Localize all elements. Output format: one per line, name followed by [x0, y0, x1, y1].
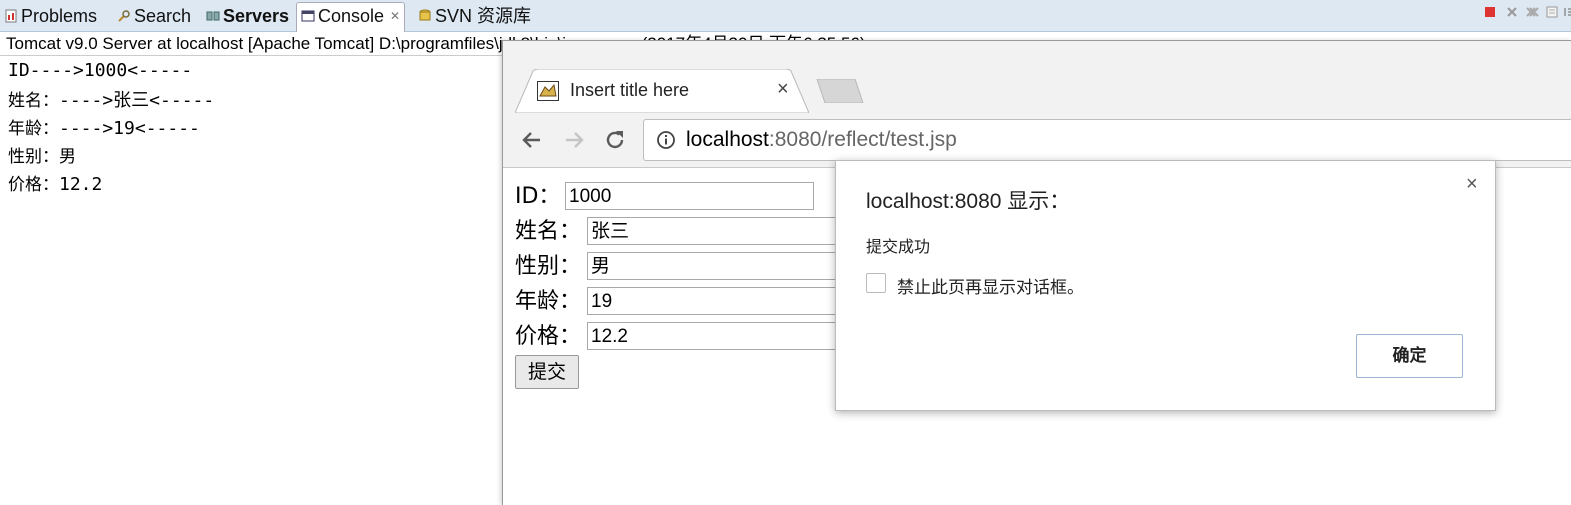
tomcat-favicon-icon — [537, 81, 559, 101]
servers-icon — [206, 11, 220, 21]
id-field[interactable]: 1000 — [565, 182, 814, 210]
suppress-dialogs-checkbox[interactable] — [866, 273, 886, 293]
age-field[interactable]: 19 — [587, 287, 847, 315]
close-icon[interactable]: × — [1466, 173, 1478, 196]
ide-view-tabbar: Problems Search Servers Console ✕ SVN 资源库 — [0, 0, 1571, 32]
close-icon[interactable]: ✕ — [390, 9, 400, 23]
tab-label: Search — [134, 6, 192, 26]
browser-chrome: Insert title here × localhost:8080/refle… — [503, 41, 1571, 168]
clear-console-icon[interactable] — [1545, 5, 1559, 19]
info-icon[interactable] — [656, 130, 676, 150]
reload-icon[interactable] — [602, 127, 628, 153]
age-label: 年龄： — [515, 289, 582, 314]
tab-svn-repository[interactable]: SVN 资源库 — [418, 3, 531, 29]
console-line: 年龄：---->19<----- — [8, 118, 200, 139]
search-icon — [118, 10, 130, 22]
console-line: ID---->1000<----- — [8, 60, 193, 81]
name-label: 姓名： — [515, 219, 582, 244]
console-line: 价格：12.2 — [8, 174, 103, 195]
tab-servers[interactable]: Servers — [206, 3, 289, 29]
url-text: localhost:8080/reflect/test.jsp — [686, 128, 957, 151]
address-bar[interactable]: localhost:8080/reflect/test.jsp — [643, 119, 1571, 161]
alert-dialog: localhost:8080 显示： × 提交成功 禁止此页再显示对话框。 确定 — [835, 160, 1496, 411]
dialog-title: localhost:8080 显示： — [866, 190, 1071, 213]
tab-problems[interactable]: Problems — [4, 3, 97, 29]
remove-launch-icon[interactable] — [1505, 5, 1519, 19]
console-icon — [301, 10, 315, 22]
browser-tab-title: Insert title here — [570, 80, 690, 100]
console-line: 性别：男 — [8, 147, 76, 167]
price-label: 价格： — [515, 324, 582, 349]
name-field[interactable]: 张三 — [587, 217, 847, 245]
tab-label: Servers — [223, 6, 290, 26]
terminate-icon[interactable] — [1483, 5, 1497, 19]
dialog-message: 提交成功 — [866, 237, 931, 256]
price-field[interactable]: 12.2 — [587, 322, 847, 350]
tab-label: Problems — [21, 6, 98, 26]
gender-field[interactable]: 男 — [587, 252, 847, 280]
new-tab-button[interactable] — [815, 79, 865, 103]
problems-icon — [5, 9, 17, 23]
tab-label: Console — [318, 6, 385, 26]
view-menu-icon[interactable] — [1563, 5, 1571, 19]
browser-tab[interactable]: Insert title here × — [515, 69, 809, 113]
svn-repository-icon — [419, 9, 431, 21]
tab-search[interactable]: Search — [117, 3, 191, 29]
ok-button[interactable]: 确定 — [1356, 334, 1463, 378]
close-icon[interactable]: × — [777, 78, 789, 101]
forward-arrow-icon[interactable] — [561, 127, 587, 153]
gender-label: 性别： — [515, 254, 582, 279]
tab-console[interactable]: Console ✕ — [296, 2, 406, 32]
back-arrow-icon[interactable] — [519, 127, 545, 153]
suppress-dialogs-label[interactable]: 禁止此页再显示对话框。 — [897, 273, 1084, 298]
browser-toolbar: localhost:8080/reflect/test.jsp — [503, 113, 1571, 167]
id-label: ID： — [515, 184, 561, 209]
remove-all-icon[interactable] — [1525, 5, 1539, 19]
submit-button[interactable]: 提交 — [515, 355, 579, 389]
tab-label: SVN 资源库 — [435, 6, 532, 26]
console-line: 姓名：---->张三<----- — [8, 90, 215, 111]
